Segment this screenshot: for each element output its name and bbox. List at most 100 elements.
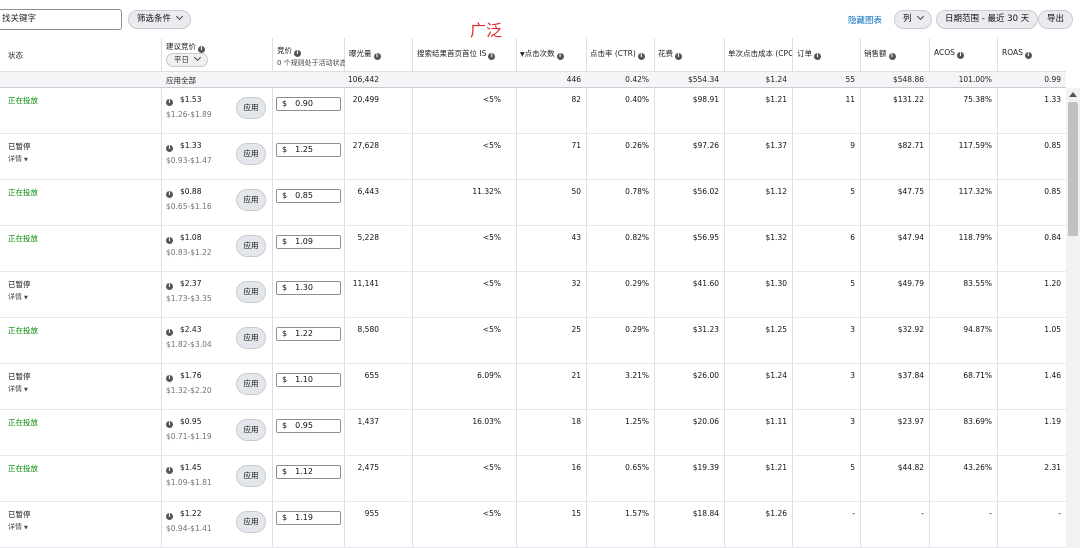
hide-chart-link[interactable]: 隐藏图表: [848, 14, 882, 26]
info-icon[interactable]: i: [166, 191, 173, 198]
status-label[interactable]: 正在投放: [8, 417, 38, 428]
info-icon[interactable]: i: [166, 99, 173, 106]
status-label[interactable]: 正在投放: [8, 95, 38, 106]
table-row: 正在投放 i $1.08 $0.83-$1.22 应用 $1.09 5,228 <5% 43 0.…: [0, 226, 1066, 272]
bid-input[interactable]: $1.30: [276, 281, 341, 295]
bid-input[interactable]: $1.19: [276, 511, 341, 525]
header-ctr[interactable]: 点击率 (CTR) i: [590, 48, 645, 60]
cell-orders: 6: [850, 233, 855, 242]
apply-bid-button[interactable]: 应用: [236, 189, 266, 211]
info-icon[interactable]: i: [888, 53, 896, 60]
suggested-bid: i $2.37: [166, 279, 201, 290]
info-icon[interactable]: i: [166, 421, 173, 428]
keyword-search-input[interactable]: 找关键字: [0, 9, 122, 30]
details-toggle[interactable]: 详情 ▼: [8, 154, 28, 164]
info-icon[interactable]: i: [166, 237, 173, 244]
info-icon[interactable]: i: [166, 513, 173, 520]
cell-ctr: 0.29%: [625, 279, 649, 288]
bid-input[interactable]: $1.22: [276, 327, 341, 341]
apply-bid-button[interactable]: 应用: [236, 97, 266, 119]
bid-input[interactable]: $0.90: [276, 97, 341, 111]
cell-spend: $20.06: [692, 417, 719, 426]
info-icon[interactable]: i: [556, 53, 564, 60]
header-clicks[interactable]: ▼点击次数 i: [520, 48, 564, 60]
details-toggle[interactable]: 详情 ▼: [8, 384, 28, 394]
header-suggested-bid[interactable]: 建议竞价 i: [166, 41, 205, 53]
date-range-button[interactable]: 日期范围 - 最近 30 天: [936, 10, 1039, 29]
status-label[interactable]: 已暂停: [8, 509, 31, 520]
details-toggle[interactable]: 详情 ▼: [8, 522, 28, 532]
status-label[interactable]: 正在投放: [8, 325, 38, 336]
info-icon[interactable]: i: [166, 283, 173, 290]
cell-orders: 5: [850, 187, 855, 196]
header-spend[interactable]: 花费 i: [658, 48, 682, 60]
bid-input[interactable]: $1.10: [276, 373, 341, 387]
apply-bid-button[interactable]: 应用: [236, 327, 266, 349]
info-icon[interactable]: i: [814, 53, 821, 60]
cell-acos: 117.59%: [958, 141, 992, 150]
scroll-up-arrow-icon[interactable]: [1069, 92, 1077, 97]
status-label[interactable]: 已暂停: [8, 279, 31, 290]
info-icon[interactable]: i: [166, 467, 173, 474]
cell-roas: 0.84: [1044, 233, 1061, 242]
header-acos[interactable]: ACOS i: [934, 48, 964, 59]
suggested-bid-value: $2.37: [180, 279, 202, 288]
header-status[interactable]: 状态: [8, 50, 23, 61]
status-label[interactable]: 正在投放: [8, 187, 38, 198]
info-icon[interactable]: i: [675, 53, 682, 60]
info-icon[interactable]: i: [488, 53, 496, 60]
status-label[interactable]: 已暂停: [8, 371, 31, 382]
header-top-is[interactable]: 搜索结果首页首位 IS i: [417, 48, 496, 60]
apply-bid-button[interactable]: 应用: [236, 143, 266, 165]
info-icon[interactable]: i: [198, 46, 205, 53]
header-roas[interactable]: ROAS i: [1002, 48, 1032, 59]
caret-down-icon: ▼: [24, 295, 28, 301]
summary-roas: 0.99: [1044, 75, 1061, 84]
cell-clicks: 15: [571, 509, 581, 518]
cell-sales: $23.97: [897, 417, 924, 426]
filter-button[interactable]: 筛选条件: [128, 10, 192, 29]
header-impressions[interactable]: 曝光量 i: [349, 48, 381, 60]
apply-bid-button[interactable]: 应用: [236, 511, 266, 533]
apply-bid-button[interactable]: 应用: [236, 281, 266, 303]
columns-button[interactable]: 列: [894, 10, 932, 29]
export-button[interactable]: 导出: [1038, 10, 1074, 29]
info-icon[interactable]: i: [294, 50, 301, 57]
status-label[interactable]: 正在投放: [8, 233, 38, 244]
apply-bid-button[interactable]: 应用: [236, 465, 266, 487]
vertical-scrollbar[interactable]: [1066, 88, 1080, 548]
weekday-dropdown[interactable]: 平日: [166, 53, 208, 67]
info-icon[interactable]: i: [637, 53, 645, 60]
header-cpc[interactable]: 单次点击成本 (CPC): [728, 48, 792, 59]
header-orders[interactable]: 订单 i: [797, 48, 821, 60]
status-label[interactable]: 正在投放: [8, 463, 38, 474]
bid-rules-note: 0 个规则处于活动状态: [277, 59, 345, 67]
info-icon[interactable]: i: [166, 375, 173, 382]
header-sales[interactable]: 销售额 i: [864, 48, 896, 60]
header-bid[interactable]: 竞价 i: [277, 45, 301, 57]
apply-all-link[interactable]: 应用全部: [166, 75, 196, 86]
details-toggle[interactable]: 详情 ▼: [8, 292, 28, 302]
info-icon[interactable]: i: [166, 329, 173, 336]
cell-spend: $31.23: [692, 325, 719, 334]
scroll-thumb[interactable]: [1068, 102, 1078, 236]
bid-input[interactable]: $1.09: [276, 235, 341, 249]
suggested-bid-range: $0.93-$1.47: [166, 156, 212, 165]
cell-roas: 1.19: [1044, 417, 1061, 426]
info-icon[interactable]: i: [1024, 52, 1032, 59]
bid-input[interactable]: $1.12: [276, 465, 341, 479]
bid-input[interactable]: $1.25: [276, 143, 341, 157]
apply-bid-button[interactable]: 应用: [236, 373, 266, 395]
apply-bid-button[interactable]: 应用: [236, 419, 266, 441]
bid-input[interactable]: $0.95: [276, 419, 341, 433]
info-icon[interactable]: i: [166, 145, 173, 152]
cell-orders: 5: [850, 279, 855, 288]
info-icon[interactable]: i: [373, 53, 381, 60]
info-icon[interactable]: i: [956, 52, 964, 59]
cell-cpc: $1.37: [765, 141, 787, 150]
apply-bid-button[interactable]: 应用: [236, 235, 266, 257]
cell-clicks: 82: [571, 95, 581, 104]
currency-symbol: $: [282, 99, 288, 108]
bid-input[interactable]: $0.85: [276, 189, 341, 203]
status-label[interactable]: 已暂停: [8, 141, 31, 152]
